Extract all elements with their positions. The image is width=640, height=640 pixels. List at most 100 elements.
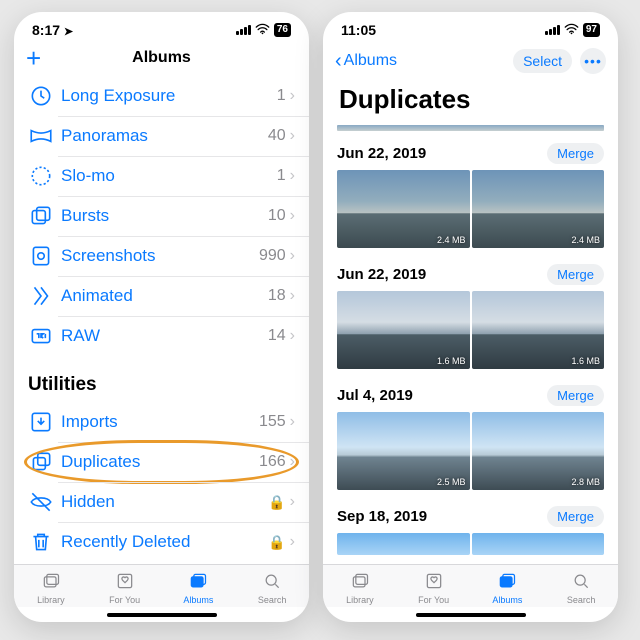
- tab-bar: LibraryFor You Albums Search: [323, 564, 618, 607]
- merge-button[interactable]: Merge: [547, 264, 604, 285]
- album-row-label: Hidden: [61, 492, 268, 512]
- imports-icon: [28, 411, 54, 433]
- home-indicator: [416, 613, 526, 617]
- screenshots-icon: [28, 245, 54, 267]
- chevron-right-icon: ›: [290, 533, 295, 551]
- merge-button[interactable]: Merge: [547, 385, 604, 406]
- ellipsis-icon: •••: [584, 53, 602, 69]
- select-button[interactable]: Select: [513, 49, 572, 73]
- album-row-label: RAW: [61, 326, 268, 346]
- cellular-icon: [236, 25, 251, 35]
- file-size-label: 1.6 MB: [437, 356, 466, 366]
- album-row-hidden[interactable]: Hidden🔒›: [14, 482, 309, 522]
- album-row-duplicates[interactable]: Duplicates166›: [14, 442, 309, 482]
- tab-albums[interactable]: Albums: [162, 571, 236, 605]
- foryou-icon: [423, 571, 445, 593]
- group-date: Jul 4, 2019: [337, 387, 413, 404]
- album-row-label: Duplicates: [61, 452, 259, 472]
- tab-search[interactable]: Search: [544, 571, 618, 605]
- battery-indicator: 76: [274, 23, 291, 37]
- tab-label: Albums: [492, 595, 522, 605]
- album-row-count: 166: [259, 453, 286, 471]
- album-row-label: Slo-mo: [61, 166, 277, 186]
- album-row-label: Long Exposure: [61, 86, 277, 106]
- chevron-right-icon: ›: [290, 167, 295, 185]
- peek-thumbnail: [337, 125, 604, 131]
- file-size-label: 2.4 MB: [437, 235, 466, 245]
- album-row-count: 10: [268, 207, 286, 225]
- tab-label: Search: [567, 595, 596, 605]
- file-size-label: 2.8 MB: [571, 477, 600, 487]
- duplicate-thumbnail[interactable]: 1.6 MB: [337, 291, 470, 369]
- album-row-animated[interactable]: Animated18›: [14, 276, 309, 316]
- albums-icon: [187, 571, 209, 593]
- chevron-right-icon: ›: [290, 87, 295, 105]
- group-date: Jun 22, 2019: [337, 145, 426, 162]
- album-row-deleted[interactable]: Recently Deleted🔒 ›: [14, 522, 309, 562]
- section-header-utilities: Utilities: [14, 356, 309, 402]
- duplicate-group: Jul 4, 2019 Merge 2.5 MB 2.8 MB: [323, 375, 618, 496]
- battery-indicator: 97: [583, 23, 600, 37]
- chevron-right-icon: ›: [290, 207, 295, 225]
- duplicate-thumbnail[interactable]: [472, 533, 605, 555]
- album-row-label: Panoramas: [61, 126, 268, 146]
- album-row-screenshots[interactable]: Screenshots990›: [14, 236, 309, 276]
- album-row-label: Screenshots: [61, 246, 259, 266]
- merge-button[interactable]: Merge: [547, 143, 604, 164]
- album-row-label: Animated: [61, 286, 268, 306]
- group-date: Jun 22, 2019: [337, 266, 426, 283]
- duplicate-group: Jun 22, 2019 Merge 2.4 MB 2.4 MB: [323, 133, 618, 254]
- duplicate-thumbnail[interactable]: 2.4 MB: [337, 170, 470, 248]
- duplicates-icon: [28, 451, 54, 473]
- add-button[interactable]: +: [26, 48, 41, 68]
- nav-bar: + Albums: [14, 42, 309, 76]
- status-bar: 11:05 97: [323, 12, 618, 42]
- album-row-count: 18: [268, 287, 286, 305]
- duplicate-thumbnail[interactable]: 1.6 MB: [472, 291, 605, 369]
- tab-library[interactable]: Library: [14, 571, 88, 605]
- chevron-left-icon: ‹: [335, 53, 342, 69]
- album-row-raw[interactable]: RAW14›: [14, 316, 309, 356]
- album-row-label: Bursts: [61, 206, 268, 226]
- lock-icon: 🔒: [268, 534, 285, 551]
- chevron-right-icon: ›: [290, 413, 295, 431]
- file-size-label: 1.6 MB: [571, 356, 600, 366]
- cellular-icon: [545, 25, 560, 35]
- deleted-icon: [28, 531, 54, 553]
- duplicate-thumbnail[interactable]: 2.8 MB: [472, 412, 605, 490]
- album-row-imports[interactable]: Imports155›: [14, 402, 309, 442]
- album-row-long-exposure[interactable]: Long Exposure1›: [14, 76, 309, 116]
- chevron-right-icon: ›: [290, 127, 295, 145]
- tab-label: Search: [258, 595, 287, 605]
- tab-bar: Library For You Albums Search: [14, 564, 309, 607]
- long-exposure-icon: [28, 85, 54, 107]
- tab-foryou[interactable]: For You: [88, 571, 162, 605]
- duplicate-thumbnail[interactable]: 2.5 MB: [337, 412, 470, 490]
- duplicate-group: Jun 22, 2019 Merge 1.6 MB 1.6 MB: [323, 254, 618, 375]
- foryou-icon: [114, 571, 136, 593]
- nav-title: Albums: [14, 49, 309, 67]
- wifi-icon: [255, 22, 270, 38]
- duplicate-thumbnail[interactable]: 2.4 MB: [472, 170, 605, 248]
- tab-foryou[interactable]: For You: [397, 571, 471, 605]
- tab-search[interactable]: Search: [235, 571, 309, 605]
- album-row-panoramas[interactable]: Panoramas40›: [14, 116, 309, 156]
- status-time: 8:17 ➤: [32, 22, 73, 38]
- albums-icon: [496, 571, 518, 593]
- panoramas-icon: [28, 125, 54, 147]
- album-row-count: 155: [259, 413, 286, 431]
- library-icon: [349, 571, 371, 593]
- back-button[interactable]: ‹Albums: [335, 52, 397, 70]
- duplicate-thumbnail[interactable]: [337, 533, 470, 555]
- duplicates-list: Jun 22, 2019Merge2.4 MB2.4 MBJun 22, 201…: [323, 133, 618, 564]
- status-bar: 8:17 ➤ 76: [14, 12, 309, 42]
- album-row-slomo[interactable]: Slo-mo1›: [14, 156, 309, 196]
- album-row-bursts[interactable]: Bursts10›: [14, 196, 309, 236]
- tab-library[interactable]: Library: [323, 571, 397, 605]
- group-date: Sep 18, 2019: [337, 508, 427, 525]
- more-button[interactable]: •••: [580, 48, 606, 74]
- tab-label: For You: [109, 595, 140, 605]
- album-row-label: Recently Deleted: [61, 532, 268, 552]
- tab-albums[interactable]: Albums: [471, 571, 545, 605]
- merge-button[interactable]: Merge: [547, 506, 604, 527]
